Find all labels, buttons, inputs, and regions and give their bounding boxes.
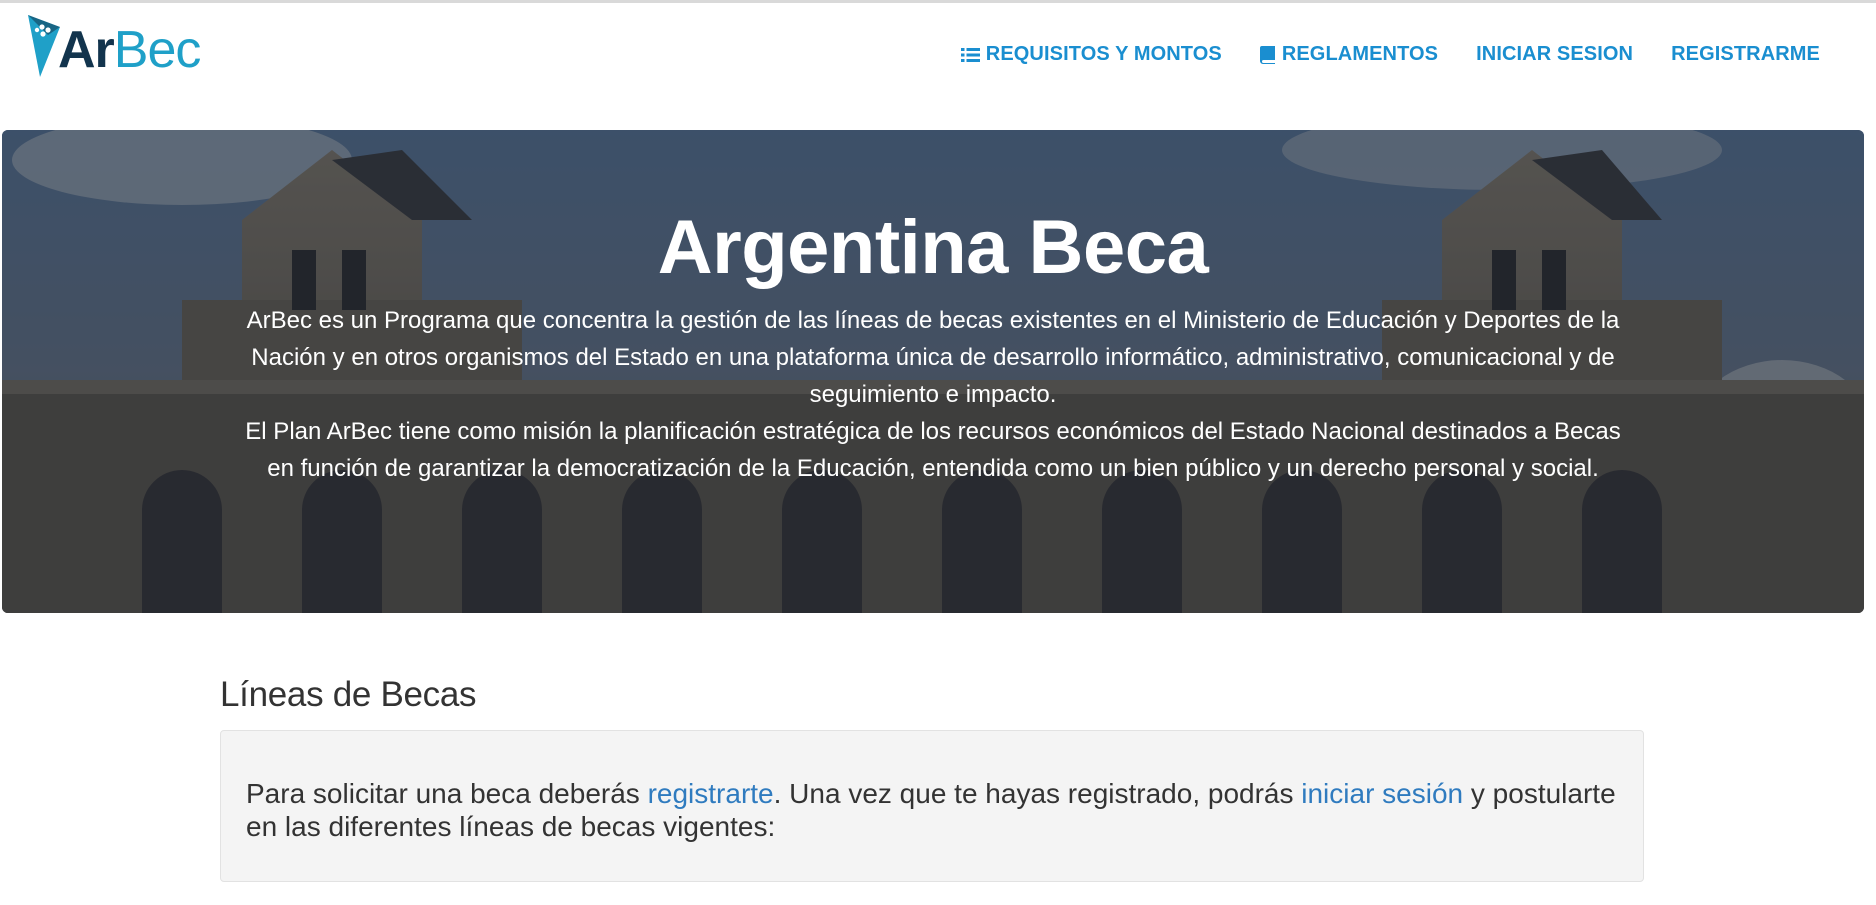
nav-requisitos-label: REQUISITOS Y MONTOS: [985, 43, 1222, 65]
nav-reglamentos-label: REGLAMENTOS: [1281, 43, 1439, 65]
hero-content: Argentina Beca ArBec es un Programa que …: [2, 130, 1864, 613]
info-text-middle: . Una vez que te hayas registrado, podrá…: [773, 778, 1302, 809]
logo-text-ar: Ar: [58, 21, 115, 79]
nav-registrarme-label: REGISTRARME: [1671, 43, 1820, 65]
hero-banner: Argentina Beca ArBec es un Programa que …: [2, 130, 1864, 613]
logo-text-bec: Bec: [113, 21, 202, 79]
hero-title: Argentina Beca: [657, 205, 1209, 290]
hero-paragraph-2: El Plan ArBec tiene como misión la plani…: [245, 418, 1621, 482]
info-text-before: Para solicitar una beca deberás: [246, 778, 648, 809]
nav-registrarme[interactable]: REGISTRARME: [1671, 43, 1820, 66]
nav-iniciar-sesion[interactable]: INICIAR SESION: [1476, 43, 1633, 66]
login-link[interactable]: iniciar sesión: [1301, 778, 1463, 809]
logo-text: ArBec: [58, 21, 202, 79]
arbec-logo[interactable]: ArBec: [26, 11, 202, 81]
info-text: Para solicitar una beca deberás registra…: [246, 777, 1626, 843]
nav-reglamentos[interactable]: REGLAMENTOS: [1259, 43, 1439, 66]
navbar: ArBec REQUISITOS Y MONTOS REGLAMENTOS IN…: [0, 3, 1876, 127]
info-well: Para solicitar una beca deberás registra…: [220, 730, 1644, 882]
logo-mark-icon: [28, 15, 60, 77]
hero-paragraph-1: ArBec es un Programa que concentra la ge…: [246, 307, 1620, 408]
register-link[interactable]: registrarte: [648, 778, 774, 809]
nav-requisitos-y-montos[interactable]: REQUISITOS Y MONTOS: [960, 43, 1222, 66]
nav-iniciar-sesion-label: INICIAR SESION: [1476, 43, 1634, 65]
hero-description: ArBec es un Programa que concentra la ge…: [238, 302, 1628, 487]
main-nav: REQUISITOS Y MONTOS REGLAMENTOS INICIAR …: [923, 43, 1820, 66]
section-title: Líneas de Becas: [220, 675, 477, 714]
book-icon: [1259, 46, 1275, 64]
list-icon: [960, 47, 980, 62]
